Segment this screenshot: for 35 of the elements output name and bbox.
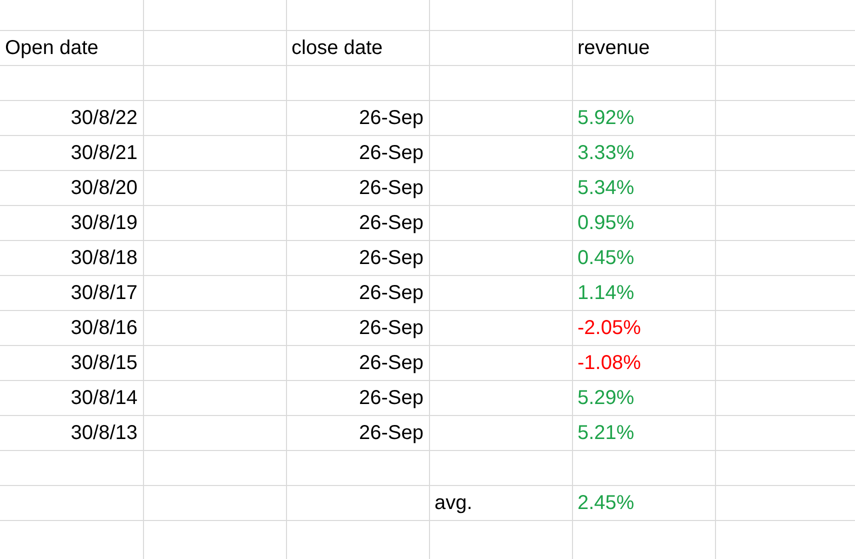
table-cell: Open date <box>0 30 143 65</box>
table-cell: avg. <box>429 485 572 520</box>
table-cell: 30/8/20 <box>0 170 143 205</box>
table-cell: 30/8/21 <box>0 135 143 170</box>
table-cell: 26-Sep <box>286 170 429 205</box>
table-cell: -2.05% <box>572 310 715 345</box>
table-cell: 30/8/17 <box>0 275 143 310</box>
table-cell: 1.14% <box>572 275 715 310</box>
table-cell: 3.33% <box>572 135 715 170</box>
table-cell: 5.34% <box>572 170 715 205</box>
table-cell: 26-Sep <box>286 205 429 240</box>
table-cell: 26-Sep <box>286 275 429 310</box>
table-cell: 5.21% <box>572 415 715 450</box>
table-cell: 26-Sep <box>286 345 429 380</box>
table-cell: 30/8/13 <box>0 415 143 450</box>
table-cell: 30/8/16 <box>0 310 143 345</box>
table-cell: 30/8/19 <box>0 205 143 240</box>
table-cell: 26-Sep <box>286 100 429 135</box>
table-cell: 30/8/15 <box>0 345 143 380</box>
table-cell: 30/8/22 <box>0 100 143 135</box>
table-cell: 26-Sep <box>286 380 429 415</box>
table-cell: close date <box>286 30 429 65</box>
table-cell: 26-Sep <box>286 415 429 450</box>
table-cell: revenue <box>572 30 715 65</box>
table-cell: 5.92% <box>572 100 715 135</box>
table-cell: 0.45% <box>572 240 715 275</box>
table-cell: 26-Sep <box>286 310 429 345</box>
table-cell: 30/8/18 <box>0 240 143 275</box>
table-cell: -1.08% <box>572 345 715 380</box>
table-cell: 30/8/14 <box>0 380 143 415</box>
table-cell: 0.95% <box>572 205 715 240</box>
table-cell: 26-Sep <box>286 240 429 275</box>
table-cell: 2.45% <box>572 485 715 520</box>
table-cell: 5.29% <box>572 380 715 415</box>
table-cell: 26-Sep <box>286 135 429 170</box>
